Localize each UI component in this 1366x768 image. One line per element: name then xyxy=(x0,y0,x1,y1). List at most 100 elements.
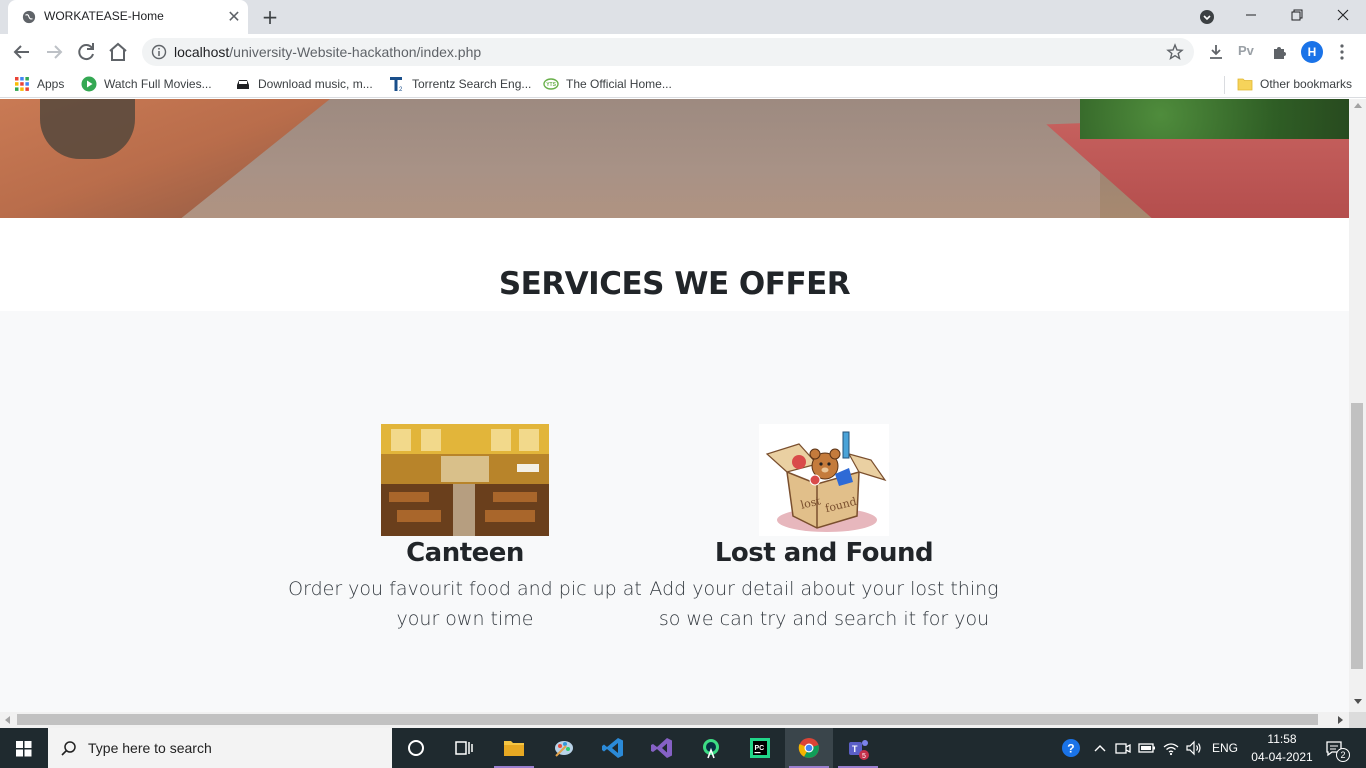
scroll-left-arrow-icon[interactable] xyxy=(5,716,10,724)
service-card-canteen[interactable]: Canteen Order you favourit food and pic … xyxy=(285,424,645,634)
url-path: /university-Website-hackathon/index.php xyxy=(229,44,482,60)
bookmark-label: The Official Home... xyxy=(566,77,672,91)
svg-text:YTS: YTS xyxy=(546,82,556,88)
svg-text:T: T xyxy=(852,744,858,754)
chrome-icon xyxy=(798,738,819,758)
svg-text:PC: PC xyxy=(755,745,765,752)
bookmark-apps[interactable]: Apps xyxy=(14,76,64,94)
taskbar-chrome[interactable] xyxy=(785,728,833,768)
search-placeholder: Type here to search xyxy=(88,740,212,756)
service-description: Order you favourit food and pic up at yo… xyxy=(285,574,645,634)
canteen-photo[interactable] xyxy=(381,424,549,536)
pv-extension-icon[interactable]: Pv xyxy=(1238,43,1254,58)
address-bar[interactable]: localhost/university-Website-hackathon/i… xyxy=(142,38,1194,66)
bookmark-label: Download music, m... xyxy=(258,77,373,91)
globe-icon xyxy=(22,10,36,24)
minimize-window-icon[interactable] xyxy=(1228,0,1274,30)
vertical-scrollbar[interactable] xyxy=(1349,99,1366,712)
vertical-scroll-thumb[interactable] xyxy=(1351,403,1363,669)
taskbar-visual-studio[interactable] xyxy=(638,728,686,768)
browser-toolbar: localhost/university-Website-hackathon/i… xyxy=(0,34,1366,70)
input-language[interactable]: ENG xyxy=(1212,741,1238,755)
taskbar-teams[interactable]: T 5 xyxy=(834,728,882,768)
service-description-line: your own time xyxy=(396,608,534,630)
yts-icon: YTS xyxy=(543,78,559,90)
scrollbar-corner xyxy=(1349,712,1366,728)
folder-icon xyxy=(1237,78,1253,91)
bookmark-official-home[interactable]: YTS The Official Home... xyxy=(543,76,672,94)
back-arrow-icon[interactable] xyxy=(10,40,34,64)
taskbar-vscode[interactable] xyxy=(589,728,637,768)
bookmark-label: Watch Full Movies... xyxy=(104,77,212,91)
help-icon[interactable]: ? xyxy=(1061,738,1081,758)
paint-palette-icon xyxy=(555,741,573,757)
service-description-line: so we can try and search it for you xyxy=(658,608,990,630)
forward-arrow-icon[interactable] xyxy=(42,40,66,64)
download-icon[interactable] xyxy=(1207,43,1225,61)
services-header: SERVICES WE OFFER xyxy=(0,218,1349,311)
bookmark-watch-movies[interactable]: Watch Full Movies... xyxy=(81,76,212,94)
reload-icon[interactable] xyxy=(74,40,98,64)
battery-icon[interactable] xyxy=(1137,738,1157,758)
pycharm-icon: PC xyxy=(750,738,770,758)
android-studio-icon xyxy=(703,739,719,759)
bookmarks-bar: Apps Watch Full Movies... Download music… xyxy=(0,70,1366,98)
scroll-down-arrow-icon[interactable] xyxy=(1354,699,1362,704)
taskbar-paint-app[interactable] xyxy=(540,728,588,768)
site-info-icon[interactable] xyxy=(151,44,167,60)
windows-taskbar: Type here to search PC T 5 ? ENG 11:58 0… xyxy=(0,728,1366,768)
task-view-button[interactable] xyxy=(440,728,488,768)
vscode-icon xyxy=(602,738,623,758)
visual-studio-icon xyxy=(651,738,672,758)
chevron-up-icon[interactable] xyxy=(1090,738,1110,758)
meet-now-icon[interactable] xyxy=(1113,738,1133,758)
url-text[interactable]: localhost/university-Website-hackathon/i… xyxy=(174,44,481,60)
restore-window-icon[interactable] xyxy=(1274,0,1320,30)
clock-date[interactable]: 04-04-2021 xyxy=(1246,750,1318,764)
bookmark-torrentz[interactable]: 2 Torrentz Search Eng... xyxy=(389,76,531,94)
lost-and-found-box[interactable]: lost found xyxy=(759,424,889,536)
service-card-lost-and-found[interactable]: lost found Lost and Found Add your detai… xyxy=(644,424,1004,634)
cortana-button[interactable] xyxy=(392,728,440,768)
bookmark-label: Torrentz Search Eng... xyxy=(412,77,532,91)
cortana-circle-icon xyxy=(408,740,424,756)
kebab-menu-icon[interactable] xyxy=(1336,43,1348,61)
other-bookmarks-folder[interactable]: Other bookmarks xyxy=(1237,76,1352,94)
horizontal-scroll-thumb[interactable] xyxy=(17,714,1318,725)
bookmark-star-icon[interactable] xyxy=(1166,43,1184,61)
service-name: Lost and Found xyxy=(714,538,934,568)
horizontal-scrollbar[interactable] xyxy=(0,712,1349,728)
teams-badge-count: 5 xyxy=(862,753,866,760)
browser-tab-active[interactable]: WORKATEASE-Home ✕ xyxy=(8,0,248,34)
windows-start-icon[interactable] xyxy=(0,728,48,768)
bookmark-download-music[interactable]: Download music, m... xyxy=(235,76,373,94)
services-title: SERVICES WE OFFER xyxy=(498,266,851,302)
lost-and-found-illustration: lost found xyxy=(765,431,887,532)
scroll-up-arrow-icon[interactable] xyxy=(1354,103,1362,108)
taskbar-file-explorer[interactable] xyxy=(490,728,538,768)
browser-tab-strip: WORKATEASE-Home ✕ + xyxy=(0,0,1366,34)
close-tab-icon[interactable]: ✕ xyxy=(224,7,244,27)
url-host: localhost xyxy=(174,44,230,60)
taskbar-pycharm[interactable]: PC xyxy=(736,728,784,768)
close-window-icon[interactable] xyxy=(1320,0,1366,30)
wifi-icon[interactable] xyxy=(1161,738,1181,758)
tab-title: WORKATEASE-Home xyxy=(44,9,164,23)
volume-icon[interactable] xyxy=(1184,738,1204,758)
extensions-puzzle-icon[interactable] xyxy=(1271,43,1289,61)
teams-icon: T 5 xyxy=(849,740,869,760)
service-description-line: Add your detail about your lost thing xyxy=(649,578,999,600)
tab-search-icon[interactable] xyxy=(1199,9,1215,25)
taskbar-android-studio[interactable] xyxy=(687,728,735,768)
service-description: Add your detail about your lost thing so… xyxy=(644,574,1004,634)
taskbar-search-box[interactable]: Type here to search xyxy=(48,728,392,768)
notification-count-badge: 2 xyxy=(1336,748,1350,762)
clock-time[interactable]: 11:58 xyxy=(1262,732,1302,746)
task-view-icon xyxy=(455,741,473,755)
profile-avatar[interactable]: H xyxy=(1301,41,1323,63)
svg-text:?: ? xyxy=(1067,742,1074,756)
home-icon[interactable] xyxy=(106,40,130,64)
new-tab-button[interactable]: + xyxy=(258,6,282,28)
scroll-right-arrow-icon[interactable] xyxy=(1338,716,1343,724)
svg-text:2: 2 xyxy=(399,87,403,92)
